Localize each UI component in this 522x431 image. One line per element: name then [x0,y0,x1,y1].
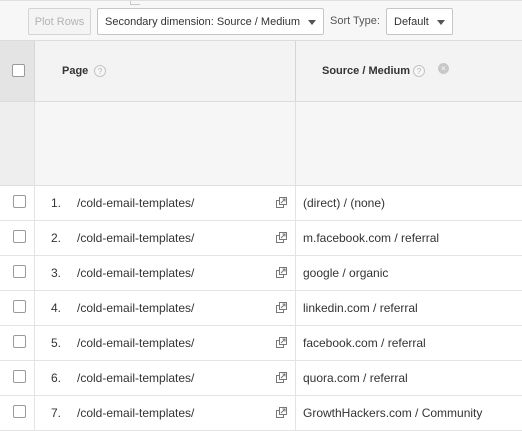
row-number: 3. [51,266,62,280]
row-checkbox[interactable] [13,300,26,313]
row-checkbox-cell [0,186,35,221]
row-checkbox[interactable] [13,370,26,383]
table-row: 4. /cold-email-templates/ linkedin.com /… [0,291,522,326]
table-row: 5. /cold-email-templates/ facebook.com /… [0,326,522,361]
page-link[interactable]: /cold-email-templates/ [77,406,194,420]
column-divider [295,256,296,291]
select-all-checkbox[interactable] [12,64,25,77]
table-toolbar: Plot Rows Secondary dimension: Source / … [0,0,522,40]
open-in-new-window-icon[interactable] [276,267,287,278]
row-checkbox-cell [0,361,35,396]
row-checkbox-cell [0,396,35,431]
summary-row [0,102,522,186]
row-checkbox-cell [0,256,35,291]
row-checkbox-cell [0,291,35,326]
column-divider [295,102,296,185]
row-number: 7. [51,406,62,420]
open-in-new-window-icon[interactable] [276,302,287,313]
row-checkbox-cell [0,221,35,256]
source-medium-cell: m.facebook.com / referral [303,231,440,245]
source-medium-cell: (direct) / (none) [303,196,386,210]
source-medium-cell: quora.com / referral [303,371,408,385]
caret-down-icon [308,20,316,25]
column-divider [295,221,296,256]
open-in-new-window-icon[interactable] [276,337,287,348]
page-link[interactable]: /cold-email-templates/ [77,301,194,315]
sort-type-label: Sort Type: [330,15,380,27]
page-link[interactable]: /cold-email-templates/ [77,231,194,245]
row-checkbox[interactable] [13,335,26,348]
page-link[interactable]: /cold-email-templates/ [77,371,194,385]
select-all-cell [0,41,35,101]
sort-type-select[interactable]: Default [386,8,453,35]
source-medium-cell: GrowthHackers.com / Community [303,406,483,420]
row-number: 2. [51,231,62,245]
secondary-dimension-label: Secondary dimension: Source / Medium [105,15,301,28]
open-in-new-window-icon[interactable] [276,197,287,208]
column-divider [295,396,296,431]
row-checkbox[interactable] [13,265,26,278]
table-row: 7. /cold-email-templates/ GrowthHackers.… [0,396,522,431]
summary-checkbox-cell [0,102,35,185]
row-checkbox[interactable] [13,230,26,243]
page-link[interactable]: /cold-email-templates/ [77,266,194,280]
tab-notch [130,1,140,5]
column-divider [295,291,296,326]
column-divider [295,186,296,221]
row-checkbox-cell [0,326,35,361]
column-divider [295,361,296,396]
table-row: 6. /cold-email-templates/ quora.com / re… [0,361,522,396]
column-divider [295,326,296,361]
page-link[interactable]: /cold-email-templates/ [77,336,194,350]
row-number: 6. [51,371,62,385]
source-medium-cell: linkedin.com / referral [303,301,418,315]
table-header: Page ? Source / Medium ? × [0,40,522,102]
column-divider [295,41,296,101]
open-in-new-window-icon[interactable] [276,232,287,243]
caret-down-icon [437,20,445,25]
remove-dimension-icon[interactable]: × [438,63,449,74]
table-row: 2. /cold-email-templates/ m.facebook.com… [0,221,522,256]
source-medium-cell: facebook.com / referral [303,336,426,350]
row-checkbox[interactable] [13,405,26,418]
sort-type-value: Default [394,15,429,28]
row-number: 5. [51,336,62,350]
plot-rows-button[interactable]: Plot Rows [28,8,91,35]
open-in-new-window-icon[interactable] [276,407,287,418]
page-link[interactable]: /cold-email-templates/ [77,196,194,210]
question-circle-icon[interactable]: ? [413,65,425,77]
row-number: 1. [51,196,62,210]
source-medium-cell: google / organic [303,266,389,280]
column-header-page[interactable]: Page [62,65,88,77]
question-circle-icon[interactable]: ? [94,65,106,77]
open-in-new-window-icon[interactable] [276,372,287,383]
row-number: 4. [51,301,62,315]
secondary-dimension-select[interactable]: Secondary dimension: Source / Medium [97,8,324,35]
column-header-source-medium[interactable]: Source / Medium [322,65,410,77]
table-row: 3. /cold-email-templates/ google / organ… [0,256,522,291]
row-checkbox[interactable] [13,195,26,208]
table-row: 1. /cold-email-templates/ (direct) / (no… [0,186,522,221]
